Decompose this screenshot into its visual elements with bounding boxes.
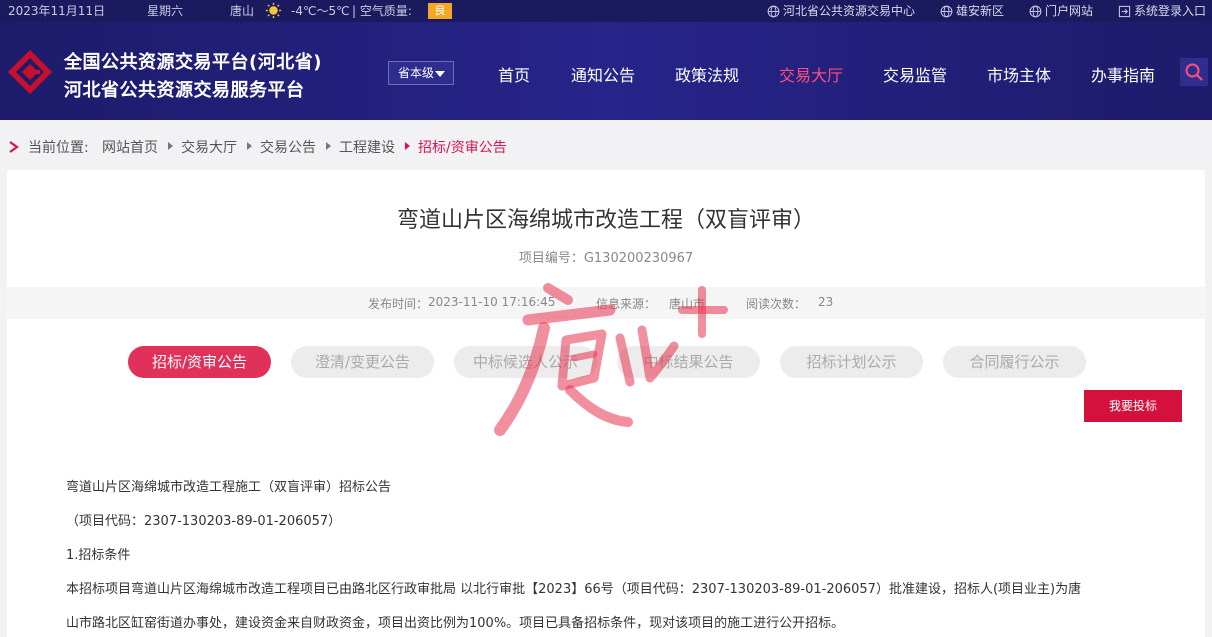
breadcrumb-label: 当前位置: [28,140,89,156]
chevron-right-icon [9,141,19,153]
top-info-bar: 2023年11月11日 星期六 唐山 -4℃～5℃ | 空气质量: 良 河北省公… [0,0,1212,22]
site-logo-icon[interactable] [6,48,54,96]
source-value: 唐山市 [669,297,706,311]
crumb-arrow-icon [168,142,173,150]
nav-policies[interactable]: 政策法规 [675,62,739,86]
brand-title-national: 全国公共资源交易平台(河北省) [64,52,322,73]
crumb-arrow-icon [326,142,331,150]
air-quality-label: | 空气质量: [352,4,412,18]
content-heading: 弯道山片区海绵城市改造工程施工（双盲评审）招标公告 [66,480,392,495]
article-meta-bar: 发布时间： 2023-11-10 17:16:45 信息来源： 唐山市 阅读次数… [7,287,1205,319]
article-card: 弯道山片区海绵城市改造工程（双盲评审） 项目编号：G130200230967 发… [7,170,1205,637]
source-label: 信息来源： [596,297,657,311]
breadcrumb-announcements[interactable]: 交易公告 [260,137,316,157]
publish-time-value: 2023-11-10 17:16:45 [428,295,556,309]
chevron-down-icon [435,71,445,77]
link-portal[interactable]: 门户网站 [1029,3,1093,19]
link-system-login[interactable]: 系统登录入口 [1118,3,1206,19]
nav-market-entities[interactable]: 市场主体 [987,62,1051,86]
nav-home[interactable]: 首页 [498,62,530,86]
link-trade-center-label: 河北省公共资源交易中心 [783,4,916,18]
brand-title-hebei: 河北省公共资源交易服务平台 [64,80,305,101]
globe-icon [767,5,780,18]
nav-supervision[interactable]: 交易监管 [883,62,947,86]
globe-icon [1029,5,1042,18]
breadcrumb-home[interactable]: 网站首页 [102,137,158,157]
nav-guide[interactable]: 办事指南 [1091,62,1155,86]
breadcrumb-trading-hall[interactable]: 交易大厅 [181,137,237,157]
reads-value: 23 [818,295,834,309]
nav-notices[interactable]: 通知公告 [571,62,635,86]
project-code: 项目编号：G130200230967 [518,251,694,266]
level-select-value: 省本级 [398,66,435,80]
weekday-text: 星期六 [147,4,184,18]
tab-award-result[interactable]: 中标结果公告 [617,346,760,378]
level-select[interactable]: 省本级 [388,61,454,85]
login-icon [1118,5,1131,18]
sun-icon [265,2,282,19]
city-text: 唐山 [230,4,255,18]
tab-contract-performance[interactable]: 合同履行公示 [943,346,1086,378]
link-trade-center[interactable]: 河北省公共资源交易中心 [767,3,915,19]
site-header: 全国公共资源交易平台(河北省) 河北省公共资源交易服务平台 省本级 首页 通知公… [0,22,1212,120]
globe-icon [940,5,953,18]
link-xiongan-label: 雄安新区 [956,4,1005,18]
search-icon [1185,63,1203,81]
date-text: 2023年11月11日 [8,4,106,18]
link-system-login-label: 系统登录入口 [1134,4,1207,18]
breadcrumb-current: 招标/资审公告 [418,140,507,156]
page-title: 弯道山片区海绵城市改造工程（双盲评审） [396,208,815,233]
tab-clarification[interactable]: 澄清/变更公告 [291,346,434,378]
nav-trading-hall[interactable]: 交易大厅 [779,62,843,86]
link-portal-label: 门户网站 [1045,4,1094,18]
submit-bid-button[interactable]: 我要投标 [1084,390,1182,422]
link-xiongan[interactable]: 雄安新区 [940,3,1004,19]
content-paragraph-line: 本招标项目弯道山片区海绵城市改造工程项目已由路北区行政审批局 以北行审批【202… [66,582,1082,597]
tab-candidate-publicity[interactable]: 中标候选人公示 [454,346,597,378]
reads-label: 阅读次数： [746,297,807,311]
content-paragraph-line: 山市路北区缸窑街道办事处，建设资金来自财政资金，项目出资比例为100%。项目已具… [66,616,845,631]
breadcrumb-construction[interactable]: 工程建设 [339,137,395,157]
content-project-code: （项目代码：2307-130203-89-01-206057） [66,514,342,529]
tab-tender-plan[interactable]: 招标计划公示 [780,346,923,378]
search-button[interactable] [1180,58,1208,86]
tab-tender-notice[interactable]: 招标/资审公告 [128,346,271,378]
crumb-arrow-icon [247,142,252,150]
crumb-arrow-icon [405,142,410,150]
content-section-title: 1.招标条件 [66,548,131,563]
publish-time-label: 发布时间： [368,297,429,311]
temperature-text: -4℃～5℃ [291,4,350,18]
air-quality-badge: 良 [428,3,452,19]
